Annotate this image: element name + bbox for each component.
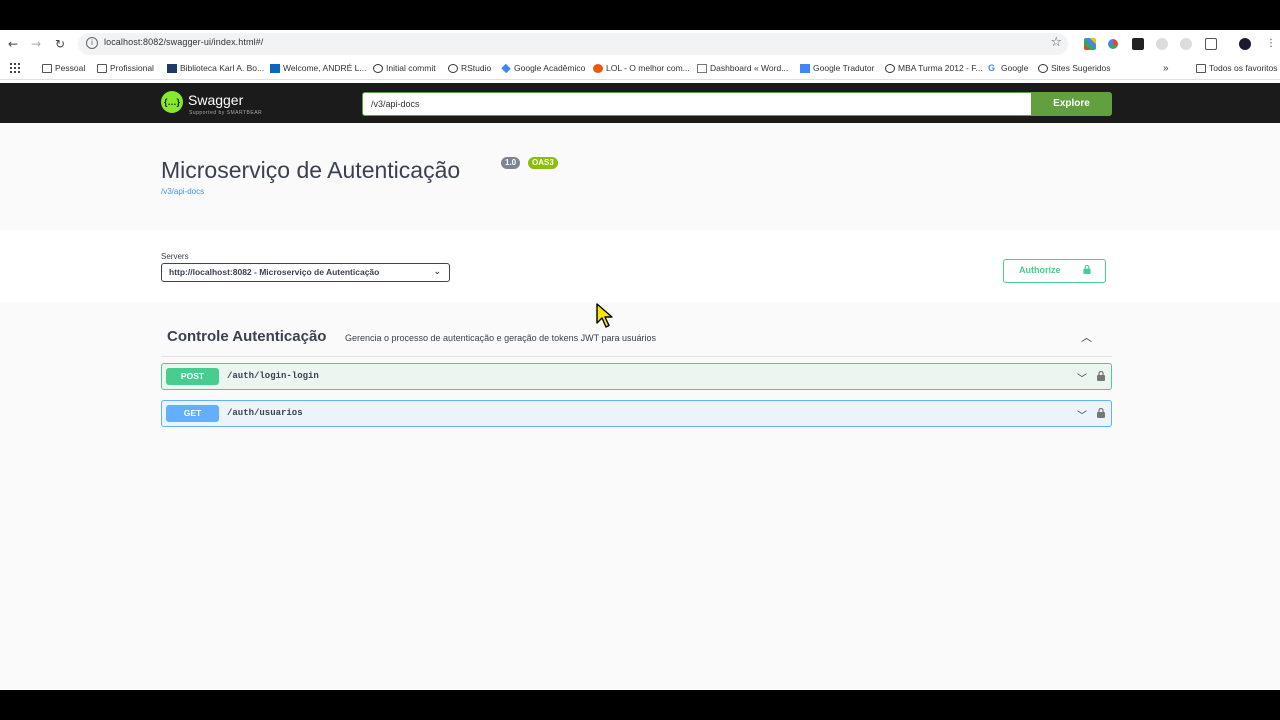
scheme-container: Servers http://localhost:8082 - Microser… xyxy=(0,230,1280,302)
bookmark-pessoal[interactable]: Pessoal xyxy=(42,63,85,73)
profile-avatar[interactable] xyxy=(1239,38,1251,50)
bookmark-google[interactable]: G Google xyxy=(988,63,1028,73)
servers-label: Servers xyxy=(161,252,189,261)
globe-icon xyxy=(1038,63,1048,73)
authorize-label: Authorize xyxy=(1019,265,1061,275)
bookmark-rstudio[interactable]: RStudio xyxy=(448,63,491,73)
api-title: Microserviço de Autenticação xyxy=(161,157,461,183)
linkedin-icon xyxy=(270,63,280,73)
servers-selected-value: http://localhost:8082 - Microserviço de … xyxy=(169,267,380,277)
lock-icon[interactable] xyxy=(1097,371,1105,381)
operations-section: Controle Autenticação Gerencia o process… xyxy=(0,302,1280,690)
bookmark-initial-commit[interactable]: Initial commit xyxy=(373,63,436,73)
reload-icon[interactable]: ↻ xyxy=(52,36,68,52)
swagger-topbar: {…} Swagger Supported by SMARTBEAR /v3/a… xyxy=(0,83,1280,123)
library-icon xyxy=(167,63,177,73)
authorize-button[interactable]: Authorize xyxy=(1003,259,1106,283)
google-icon: G xyxy=(988,62,996,73)
scholar-icon xyxy=(501,63,511,73)
rstudio-icon xyxy=(448,63,458,73)
bookmark-star-icon[interactable]: ☆ xyxy=(1050,35,1062,50)
method-badge-get: GET xyxy=(166,405,219,422)
swagger-logo-text: Swagger xyxy=(188,92,244,108)
api-docs-link[interactable]: /v3/api-docs xyxy=(161,187,204,196)
extensions-puzzle-icon[interactable] xyxy=(1205,38,1217,50)
api-info-section: Microserviço de Autenticação 1.0 OAS3 /v… xyxy=(0,123,1280,230)
chevron-down-icon: ⌄ xyxy=(433,267,441,277)
explore-button[interactable]: Explore xyxy=(1031,92,1112,116)
extension-gray2-icon[interactable] xyxy=(1180,38,1192,50)
folder-icon xyxy=(97,63,107,73)
chevron-down-icon[interactable]: ﹀ xyxy=(1077,370,1087,385)
tag-description: Gerencia o processo de autenticação e ge… xyxy=(345,333,657,343)
bookmark-dashboard[interactable]: Dashboard « Word... xyxy=(697,63,788,73)
operation-post-login[interactable]: POST /auth/login-login ﹀ xyxy=(161,363,1112,390)
browser-window: ← → ↻ i localhost:8082/swagger-ui/index.… xyxy=(0,30,1280,690)
menu-dots-icon[interactable]: ⋮ xyxy=(1263,36,1279,52)
bookmark-profissional[interactable]: Profissional xyxy=(97,63,154,73)
bookmark-sites-sugeridos[interactable]: Sites Sugeridos xyxy=(1038,63,1111,73)
lock-icon[interactable] xyxy=(1097,408,1105,418)
extension-grid-icon[interactable] xyxy=(1084,38,1096,50)
chevron-down-icon[interactable]: ﹀ xyxy=(1077,407,1087,422)
swagger-logo-subtitle: Supported by SMARTBEAR xyxy=(189,110,263,116)
globe-icon xyxy=(885,63,895,73)
version-badge: 1.0 xyxy=(501,157,521,169)
oas-badge: OAS3 xyxy=(528,157,558,169)
bookmark-google-academico[interactable]: Google Acadêmico xyxy=(501,63,585,73)
forward-icon[interactable]: → xyxy=(28,36,44,52)
folder-icon xyxy=(1196,63,1206,73)
mouse-cursor-icon xyxy=(596,303,613,328)
url-text: localhost:8082/swagger-ui/index.html#/ xyxy=(104,37,264,47)
extension-color-icon[interactable] xyxy=(1108,39,1118,49)
folder-icon xyxy=(42,63,52,73)
extension-dark-icon[interactable] xyxy=(1132,38,1144,50)
swagger-logo-icon: {…} xyxy=(161,91,183,113)
url-field[interactable]: i localhost:8082/swagger-ui/index.html#/… xyxy=(78,33,1068,55)
bookmark-welcome[interactable]: Welcome, ANDRÉ L... xyxy=(270,63,366,73)
bookmark-mba[interactable]: MBA Turma 2012 - F... xyxy=(885,63,983,73)
bookmark-biblioteca[interactable]: Biblioteca Karl A. Bo... xyxy=(167,63,264,73)
tag-title[interactable]: Controle Autenticação xyxy=(167,328,326,345)
site-info-icon[interactable]: i xyxy=(86,37,98,49)
extension-gray-icon[interactable] xyxy=(1156,38,1168,50)
screen-frame: ← → ↻ i localhost:8082/swagger-ui/index.… xyxy=(0,0,1280,720)
lol-icon xyxy=(593,63,603,73)
github-icon xyxy=(373,63,383,73)
tag-divider xyxy=(161,356,1112,357)
explore-url-input[interactable]: /v3/api-docs xyxy=(362,92,1032,116)
chevron-up-icon[interactable]: ︿ xyxy=(1081,329,1092,345)
bookmarks-bar: Pessoal Profissional Biblioteca Karl A. … xyxy=(0,58,1280,80)
apps-grid-icon[interactable] xyxy=(10,63,20,73)
bookmark-google-tradutor[interactable]: Google Tradutor xyxy=(800,63,874,73)
method-badge-post: POST xyxy=(166,368,219,385)
operation-get-usuarios[interactable]: GET /auth/usuarios ﹀ xyxy=(161,400,1112,427)
lock-icon xyxy=(1083,265,1091,274)
back-icon[interactable]: ← xyxy=(5,36,21,52)
translate-icon xyxy=(800,63,810,73)
bookmarks-overflow-button[interactable]: » xyxy=(1163,63,1169,74)
operation-path: /auth/usuarios xyxy=(227,408,303,418)
all-favorites-folder[interactable]: Todos os favoritos xyxy=(1196,63,1278,73)
address-bar-row: ← → ↻ i localhost:8082/swagger-ui/index.… xyxy=(0,30,1280,58)
operation-path: /auth/login-login xyxy=(227,371,319,381)
page-icon xyxy=(697,63,707,73)
servers-select[interactable]: http://localhost:8082 - Microserviço de … xyxy=(161,263,450,282)
bookmark-lol[interactable]: LOL - O melhor com... xyxy=(593,63,690,73)
